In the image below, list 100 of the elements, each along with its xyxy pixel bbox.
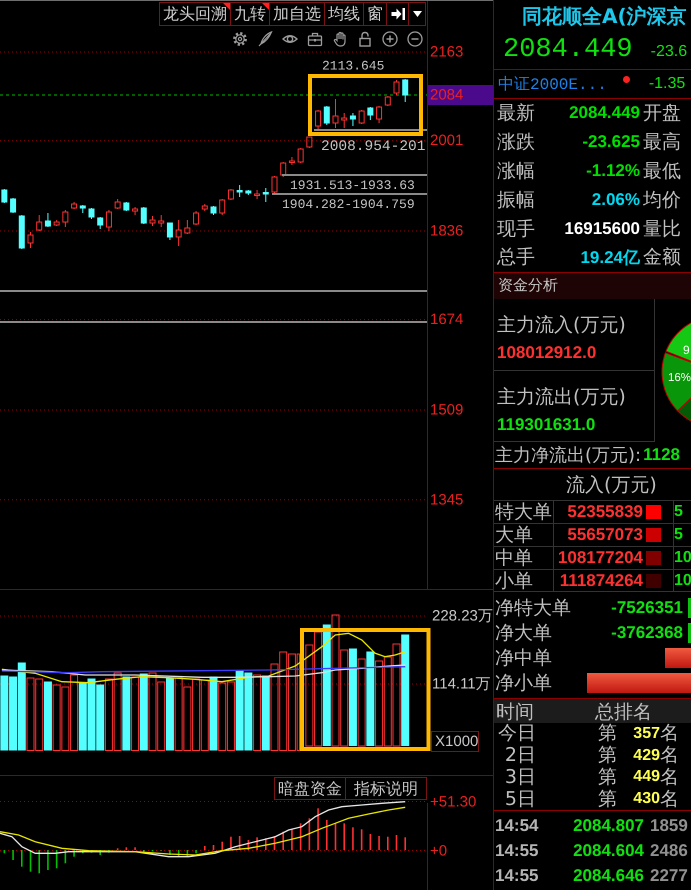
rank-value: 429 [632,746,660,765]
candle [1,188,8,204]
macd-bar [99,850,102,855]
quote-label: 涨幅 [497,158,536,183]
section-header: 资金分析 [494,272,691,299]
candle [402,78,408,102]
quote-value: -1.12% [585,160,641,181]
toolbar-button[interactable]: 龙头回溯 [159,2,231,26]
pie-label: 9 [683,343,690,357]
candle [350,112,356,127]
quote-label: 现手 [497,216,536,241]
candle [132,206,138,216]
candle [315,109,322,132]
status-dot-icon [622,76,630,83]
macd-bar [20,850,23,867]
candle [18,214,25,250]
rank-value: 430 [632,790,660,808]
index-change: -1.35 [648,75,686,93]
toolbox-icon[interactable] [307,31,323,47]
outflow-value: 119301631.0 [497,414,596,434]
column-header: 流入(万元) [565,472,658,498]
candle [272,176,278,194]
candle [28,232,34,248]
quote-value: 2084.449 [568,103,641,124]
candle [245,190,252,196]
collapse-button[interactable] [386,2,409,26]
candle [341,112,348,128]
settings-icon[interactable] [232,31,248,47]
candle [166,222,173,240]
candle [280,161,286,178]
dropdown-button[interactable] [408,2,426,26]
candle [97,216,104,230]
tick-price: 2084.807 [572,816,644,836]
candle [184,220,190,235]
candle [176,220,182,246]
hand-icon[interactable] [332,31,348,47]
quote-label: 最低 [643,158,682,183]
candle [158,214,164,228]
axis-label: 1345 [430,491,464,508]
volume-bar [78,682,87,750]
volume-bar [226,682,235,751]
quote-label: 开盘 [643,101,682,126]
candle [54,220,60,227]
candle [193,210,200,226]
lock-icon[interactable] [357,31,373,47]
candle [36,214,42,232]
tick-price: 2084.646 [572,866,644,886]
order-size-label: 小单 [494,570,554,592]
indicator-button[interactable]: 指标说明 [345,777,427,800]
toolbar-button[interactable]: 九转 [230,2,270,26]
pie-label: 16% [668,372,691,384]
macd-bar [38,850,40,874]
macd-bar [404,837,406,850]
price-annotation: 2008.954-201 [321,139,426,155]
volume-bar [44,682,52,750]
net-flow-label: 主力净流出(万元): [495,444,642,467]
candle [10,198,16,214]
quote-label: 量比 [643,216,682,241]
flow-bar [688,598,691,618]
inflow-value: 55657073 [567,525,643,545]
inflow-value: 111874264 [560,571,643,591]
rank-suffix: 名 [660,745,680,766]
tick-time: 14:54 [494,816,540,836]
net-order-value: -3762368 [611,622,683,642]
zoom-in-icon[interactable] [382,31,398,47]
net-flow-value: 1128 [643,445,680,465]
last-price: 2084.449 [503,34,633,67]
quote-value: 2.06% [590,190,641,210]
indicator-button[interactable]: 暗盘资金 [274,777,346,800]
tick-volume: 1859 [649,816,689,836]
rank-suffix: 名 [660,723,680,744]
inflow-value: 108177204 [558,548,643,568]
axis-label: +0 [430,842,448,860]
zoom-out-icon[interactable] [407,31,423,47]
order-size-label: 特大单 [494,501,554,523]
toolbar-button[interactable]: 窗 [363,2,387,26]
toolbar-button[interactable]: 加自选 [269,2,325,26]
macd-bar [204,846,206,850]
related-index-name[interactable]: 中证2000E... [498,74,607,94]
quote-value: 19.24亿 [579,246,641,269]
candle [288,156,295,166]
candle [114,198,121,210]
axis-label: 1836 [430,222,464,240]
quote-label: 涨跌 [497,130,536,154]
price-change: -23.6 [650,43,688,61]
candle [332,98,338,128]
candle [80,204,86,214]
caret-icon [412,11,422,17]
net-order-label: 净中单 [494,646,553,670]
volume-bar [218,682,226,751]
macd-bar [386,836,389,850]
price-annotation: 2113.645 [322,58,384,74]
candle [236,184,243,198]
rank-prefix: 第 [598,745,617,766]
feather-icon[interactable] [257,31,273,47]
rank-prefix: 第 [598,723,617,744]
arrow-to-bar-icon [390,7,404,21]
volume-bar [200,680,209,751]
price-annotation: 1931.513-1933.63 [290,178,415,193]
toolbar-button[interactable]: 均线 [324,2,364,26]
